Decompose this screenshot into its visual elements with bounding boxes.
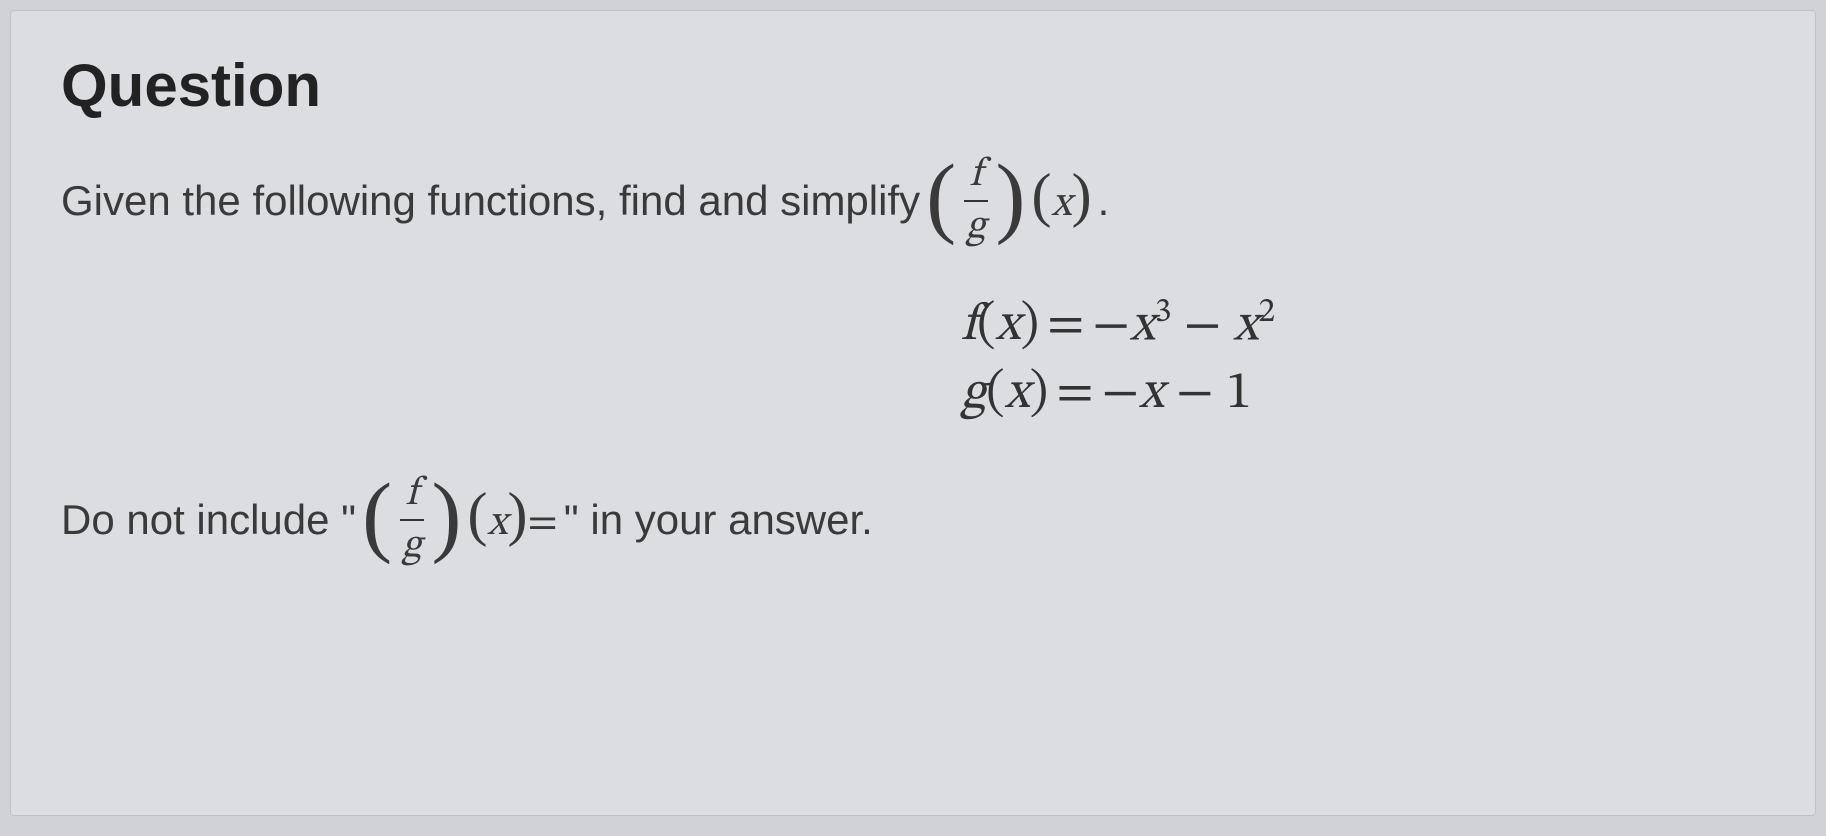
left-paren-icon: ( bbox=[362, 480, 392, 552]
f-name: f bbox=[961, 300, 977, 352]
f-arg: x bbox=[996, 300, 1021, 352]
close-paren: ) bbox=[1020, 300, 1039, 352]
question-card: Question Given the following functions, … bbox=[10, 10, 1816, 816]
of-x-equals: (x)= bbox=[467, 490, 557, 550]
equals-sign: = bbox=[528, 502, 558, 544]
equals-sign: = bbox=[1056, 361, 1093, 429]
minus-sign: − bbox=[1093, 300, 1130, 352]
open-paren: ( bbox=[977, 300, 996, 352]
term-base: x bbox=[1234, 300, 1259, 352]
instruction-line: Do not include " ( f g ) (x)= " in your … bbox=[61, 469, 1765, 571]
period: . bbox=[1098, 177, 1110, 225]
fraction-numerator: f bbox=[400, 469, 424, 521]
right-paren-icon: ) bbox=[995, 161, 1025, 233]
instruction-prefix: Do not include " bbox=[61, 496, 356, 544]
f-definition: f(x) = −x3 − x2 bbox=[961, 292, 1765, 361]
minus-sign: − bbox=[1102, 368, 1139, 420]
minus-sign: − bbox=[1164, 368, 1226, 420]
of-x: (x) bbox=[1031, 171, 1091, 231]
instruction-suffix: " in your answer. bbox=[564, 496, 873, 544]
open-paren: ( bbox=[986, 368, 1005, 420]
prompt-line: Given the following functions, find and … bbox=[61, 150, 1765, 252]
variable-x: x bbox=[1051, 183, 1071, 225]
minus-sign: − bbox=[1172, 300, 1234, 352]
variable-x: x bbox=[487, 502, 507, 544]
close-paren: ) bbox=[1030, 368, 1049, 420]
equals-sign: = bbox=[1047, 293, 1084, 361]
g-definition: g(x) = −x − 1 bbox=[961, 361, 1765, 429]
fraction-numerator: f bbox=[964, 150, 988, 202]
fraction-denominator: g bbox=[396, 521, 427, 571]
fraction: f g bbox=[396, 469, 427, 571]
g-name: g bbox=[961, 368, 986, 420]
fraction-f-over-g: ( f g ) bbox=[926, 150, 1025, 252]
g-arg: x bbox=[1005, 368, 1030, 420]
fraction-denominator: g bbox=[960, 202, 991, 252]
term: 1 bbox=[1226, 368, 1252, 420]
fraction-f-over-g: ( f g ) bbox=[362, 469, 461, 571]
right-paren-icon: ) bbox=[431, 480, 461, 552]
left-paren-icon: ( bbox=[926, 161, 956, 233]
fraction: f g bbox=[960, 150, 991, 252]
term-exponent: 2 bbox=[1258, 296, 1275, 330]
term-exponent: 3 bbox=[1155, 296, 1172, 330]
prompt-text: Given the following functions, find and … bbox=[61, 177, 920, 225]
question-heading: Question bbox=[61, 51, 1765, 120]
function-definitions: f(x) = −x3 − x2 g(x) = −x − 1 bbox=[961, 292, 1765, 429]
term-base: x bbox=[1130, 300, 1155, 352]
term: x bbox=[1139, 368, 1164, 420]
